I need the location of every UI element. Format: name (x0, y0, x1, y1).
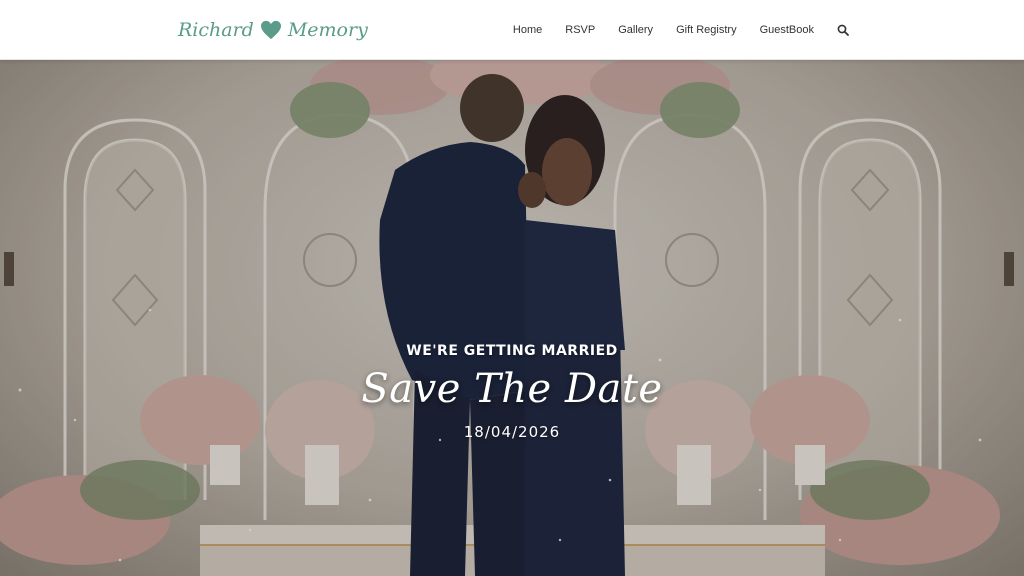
nav-home[interactable]: Home (513, 24, 542, 36)
hero-kicker: WE'RE GETTING MARRIED (406, 343, 618, 359)
nav-gallery[interactable]: Gallery (618, 24, 653, 36)
hero-dark-overlay (0, 60, 1024, 576)
nav-gift-registry[interactable]: Gift Registry (676, 24, 737, 36)
logo-right-name: Memory (287, 19, 368, 41)
search-icon[interactable] (837, 24, 849, 36)
site-header: Richard Memory Home RSVP Gallery Gift Re… (0, 0, 1024, 60)
nav-guestbook[interactable]: GuestBook (760, 24, 814, 36)
main-nav: Home RSVP Gallery Gift Registry GuestBoo… (513, 0, 849, 60)
hero-headline: Save The Date (361, 366, 663, 412)
logo-left-name: Richard (178, 19, 254, 41)
site-logo[interactable]: Richard Memory (178, 14, 368, 46)
nav-rsvp[interactable]: RSVP (565, 24, 595, 36)
hero-section: WE'RE GETTING MARRIED Save The Date 18/0… (0, 60, 1024, 576)
heart-icon (260, 20, 281, 40)
hero-date: 18/04/2026 (463, 423, 561, 441)
